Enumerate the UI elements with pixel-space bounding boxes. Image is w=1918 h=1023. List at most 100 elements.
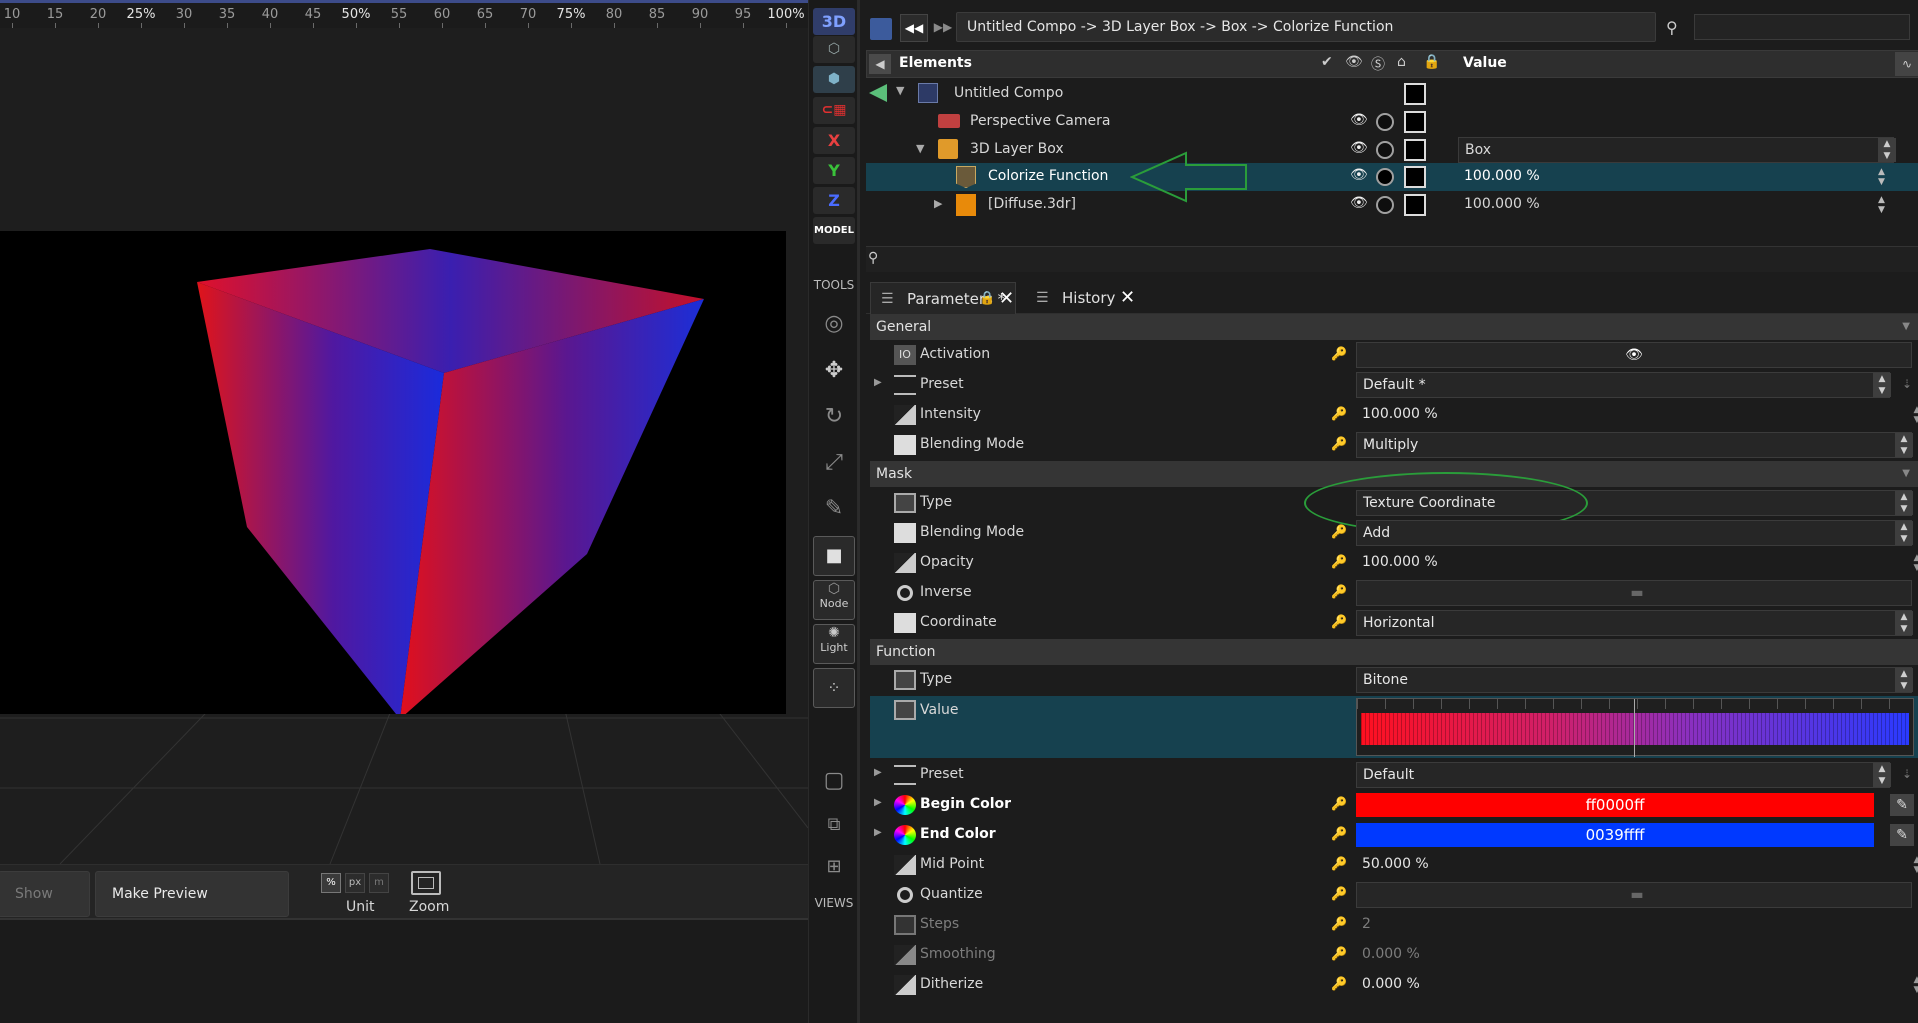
end-color-swatch[interactable]: 0039ffff: [1356, 823, 1874, 847]
show-grid-button[interactable]: Show Grid: [0, 871, 90, 946]
quad-view-icon[interactable]: ⊞: [816, 848, 852, 884]
collapse-arrow-icon[interactable]: ▼: [1902, 461, 1910, 487]
expand-arrow-icon[interactable]: ▼: [916, 142, 924, 155]
value-spinner[interactable]: ▲ ▼: [1910, 405, 1918, 425]
key-icon[interactable]: 🔑: [1331, 615, 1349, 631]
midpoint-marker[interactable]: [1634, 699, 1635, 757]
opacity-value[interactable]: 100.000 %: [1356, 550, 1912, 576]
visibility-eye-icon[interactable]: 👁: [1350, 140, 1368, 156]
tree-row-perspective-camera[interactable]: Perspective Camera 👁: [866, 108, 1918, 136]
preset-dropdown[interactable]: Default * ▲ ▼: [1356, 372, 1891, 398]
dropdown-spinner[interactable]: ▲ ▼: [1895, 491, 1913, 515]
rotate-tool-icon[interactable]: ↻: [816, 398, 852, 434]
lock-checkbox[interactable]: [1404, 194, 1426, 216]
tree-row-diffuse[interactable]: ▶ [Diffuse.3dr] 👁 100.000 % ▲ ▼: [866, 191, 1918, 219]
lock-checkbox[interactable]: [1404, 111, 1426, 133]
intensity-value[interactable]: 100.000 %: [1356, 402, 1912, 428]
visibility-eye-icon[interactable]: 👁: [1350, 112, 1368, 128]
key-icon[interactable]: 🔑: [1331, 585, 1349, 601]
key-icon[interactable]: 🔑: [1331, 347, 1349, 363]
zoom-ruler[interactable]: 10 15 20 25% 30 35 40 45 50% 55 60 65 70 75% 80 85 90 95 1…: [0, 0, 808, 29]
value-spinner[interactable]: ▲ ▼: [1878, 167, 1885, 187]
collapse-left-icon[interactable]: ◀: [869, 54, 891, 74]
section-function[interactable]: Function: [870, 639, 1918, 665]
axis-z-button[interactable]: Z: [813, 187, 855, 214]
solo-toggle[interactable]: [1376, 113, 1394, 131]
single-view-icon[interactable]: ▢: [816, 762, 852, 798]
expand-arrow-icon[interactable]: ▶: [874, 827, 882, 838]
key-icon[interactable]: 🔑: [1331, 407, 1349, 423]
3d-mode-button[interactable]: 3D: [813, 8, 855, 35]
dropdown-spinner[interactable]: ▲ ▼: [1895, 668, 1913, 692]
dropdown-spinner[interactable]: ▲ ▼: [1895, 433, 1913, 457]
axis-y-button[interactable]: Y: [813, 157, 855, 184]
value-spinner[interactable]: ▲ ▼: [1878, 138, 1896, 162]
element-value-field[interactable]: Box: [1458, 137, 1894, 163]
node-tool-button[interactable]: ⬡ Node: [813, 580, 855, 620]
mask-blending-dropdown[interactable]: Add ▲ ▼: [1356, 520, 1913, 546]
unit-percent-option[interactable]: %: [321, 873, 341, 893]
key-icon[interactable]: 🔑: [1331, 437, 1349, 453]
dropdown-spinner[interactable]: ▲ ▼: [1895, 521, 1913, 545]
render-preview[interactable]: [0, 231, 786, 714]
dropdown-spinner[interactable]: ▲ ▼: [1895, 611, 1913, 635]
3d-grid-view[interactable]: [0, 28, 808, 864]
solo-toggle[interactable]: [1376, 141, 1394, 159]
visibility-eye-icon[interactable]: 👁: [1350, 167, 1368, 183]
tree-row-untitled-compo[interactable]: ▼ Untitled Compo: [866, 80, 1918, 108]
visibility-eye-icon[interactable]: 👁: [1350, 195, 1368, 211]
zoom-fit-icon[interactable]: [411, 871, 441, 895]
waveform-icon[interactable]: ∿: [1895, 52, 1918, 76]
value-spinner[interactable]: ▲ ▼: [1910, 553, 1918, 573]
value-spinner[interactable]: ▲ ▼: [1910, 855, 1918, 875]
dropdown-spinner[interactable]: ▲ ▼: [1873, 373, 1891, 397]
move-tool-icon[interactable]: ✥: [816, 352, 852, 388]
dropdown-spinner[interactable]: ▲ ▼: [1873, 763, 1891, 787]
lock-checkbox[interactable]: [1404, 166, 1426, 188]
eyedropper-icon[interactable]: ✎: [1890, 824, 1914, 846]
activation-toggle[interactable]: 👁: [1356, 342, 1912, 368]
key-icon[interactable]: 🔑: [1331, 797, 1349, 813]
tree-row-colorize-function[interactable]: Colorize Function 👁 100.000 % ▲ ▼: [866, 151, 1918, 203]
element-search-input[interactable]: [1694, 14, 1910, 40]
unit-px-option[interactable]: px: [345, 873, 365, 893]
orbit-tool-icon[interactable]: ◎: [816, 305, 852, 341]
key-icon[interactable]: 🔑: [1331, 887, 1349, 903]
key-icon[interactable]: 🔑: [1331, 827, 1349, 843]
expand-arrow-icon[interactable]: ▶: [874, 797, 882, 808]
dual-view-icon[interactable]: ⧉: [816, 806, 852, 842]
forward-nav-icon[interactable]: ▶▶: [932, 14, 954, 42]
camera-tool-icon[interactable]: ■: [813, 536, 855, 576]
expand-arrow-icon[interactable]: ▶: [874, 767, 882, 778]
expand-arrow-icon[interactable]: ▼: [896, 84, 904, 97]
coordinate-dropdown[interactable]: Horizontal ▲ ▼: [1356, 610, 1913, 636]
tab-history[interactable]: ☰ History ✕: [1026, 282, 1144, 314]
lock-checkbox[interactable]: [1404, 139, 1426, 161]
section-general[interactable]: General ▼: [870, 314, 1918, 340]
search-icon[interactable]: ⚲: [1666, 18, 1678, 37]
solo-toggle[interactable]: [1376, 168, 1394, 186]
particle-tool-icon[interactable]: ⁘: [813, 668, 855, 708]
preset-menu-icon[interactable]: ⇣: [1902, 767, 1912, 781]
expand-arrow-icon[interactable]: ▶: [874, 377, 882, 388]
back-nav-icon[interactable]: ◀◀: [900, 14, 928, 42]
tab-parameters[interactable]: ☰ Parameters * 🔒 ✕: [870, 282, 1016, 314]
scale-tool-icon[interactable]: ⤢: [816, 444, 852, 480]
preset-menu-icon[interactable]: ⇣: [1902, 377, 1912, 391]
solid-view-icon[interactable]: ⬢: [813, 66, 855, 93]
element-value-text[interactable]: 100.000 %: [1464, 168, 1540, 184]
model-mode-button[interactable]: MODEL: [813, 217, 855, 244]
lock-checkbox[interactable]: [1404, 83, 1426, 105]
tree-row-3d-layer-box[interactable]: ▼ 3D Layer Box 👁 Box ▲ ▼: [866, 136, 1918, 164]
edit-tool-icon[interactable]: ✎: [816, 490, 852, 526]
lock-icon[interactable]: 🔒: [979, 283, 995, 315]
snap-magnet-icon[interactable]: ⊂▦: [813, 97, 855, 124]
blending-dropdown[interactable]: Multiply ▲ ▼: [1356, 432, 1913, 458]
gradient-preview[interactable]: [1356, 698, 1914, 757]
key-icon[interactable]: 🔑: [1331, 977, 1349, 993]
key-icon[interactable]: 🔑: [1331, 857, 1349, 873]
value-spinner[interactable]: ▲ ▼: [1878, 195, 1885, 215]
unit-m-option[interactable]: m: [369, 873, 389, 893]
element-value-text[interactable]: 100.000 %: [1464, 196, 1540, 212]
light-tool-button[interactable]: ✺ Light: [813, 624, 855, 664]
